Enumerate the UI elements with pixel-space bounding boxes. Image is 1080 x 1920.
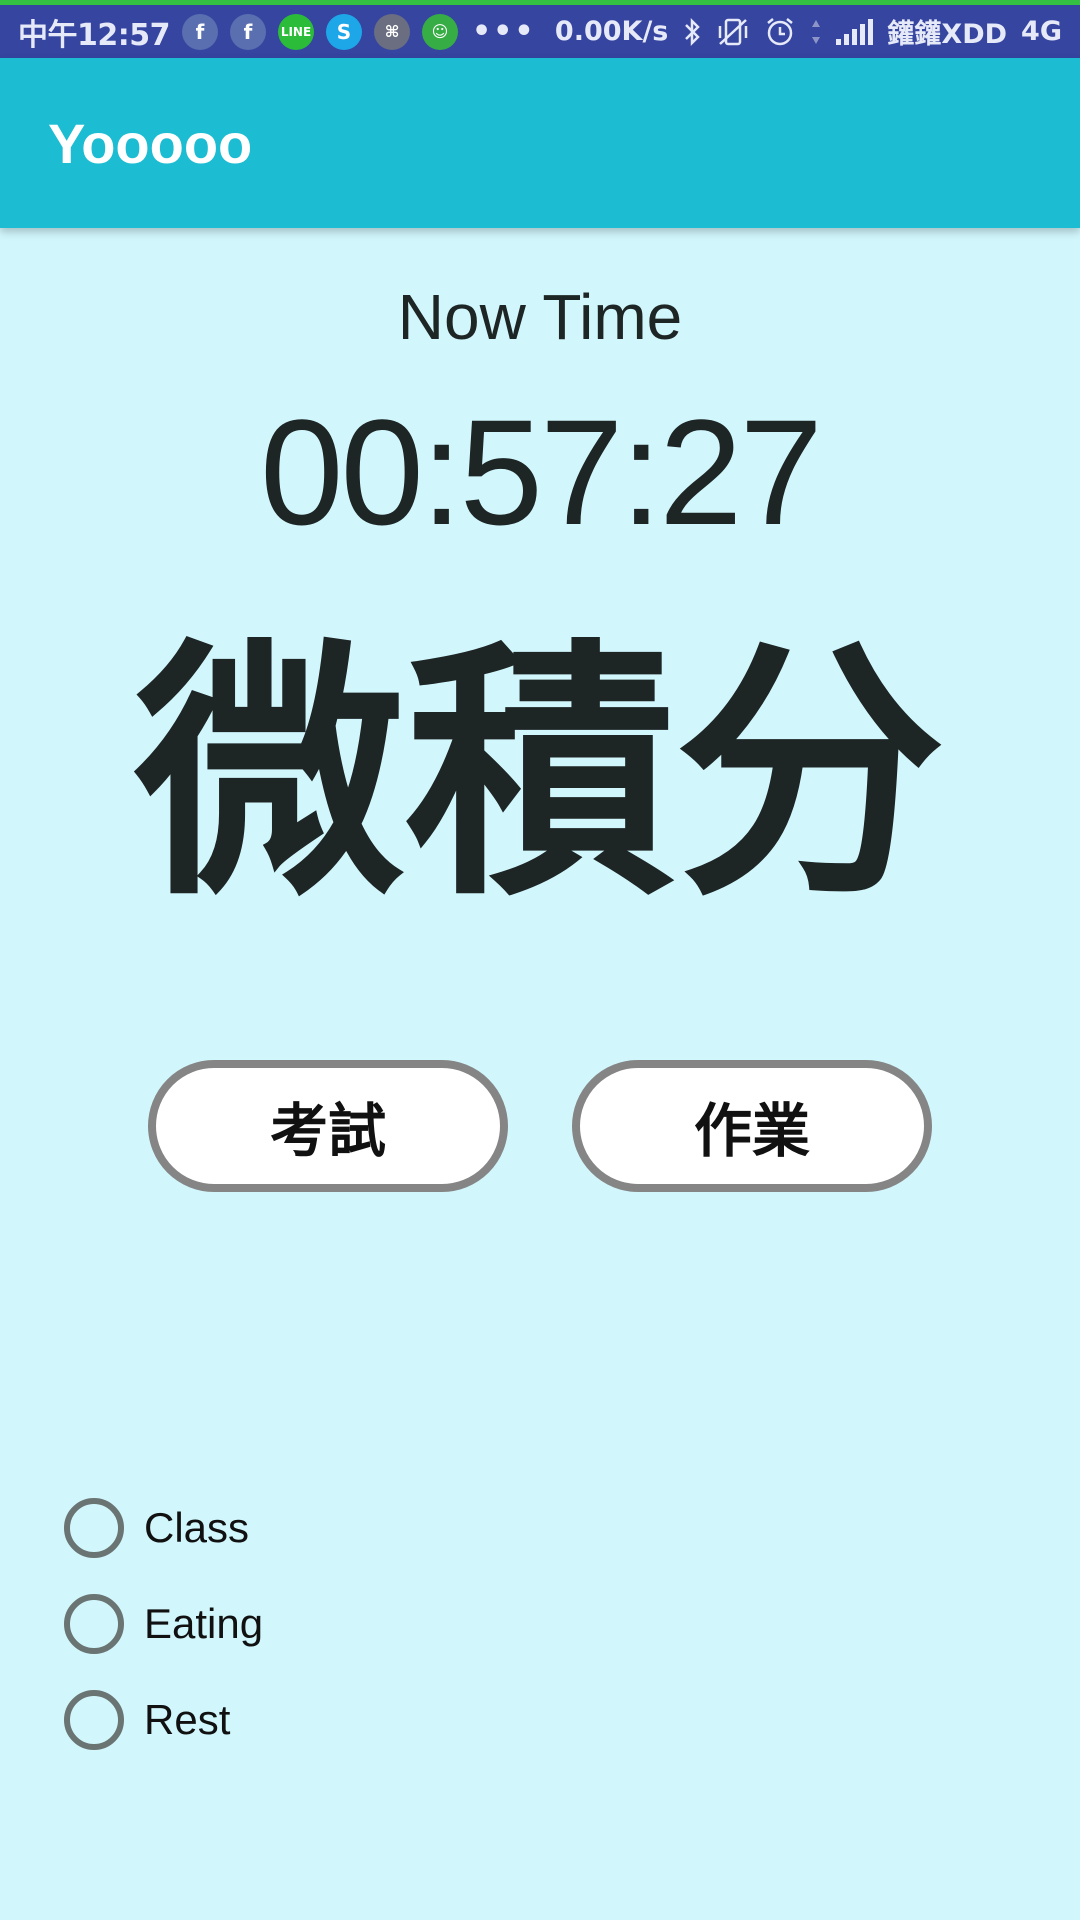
radio-rest[interactable]: Rest: [64, 1672, 263, 1768]
network-speed: 0.00K/s: [554, 16, 669, 47]
app-title: Yooooo: [48, 111, 253, 175]
now-time-label: Now Time: [397, 281, 683, 353]
data-activity-icon: [810, 18, 822, 46]
line-icon: LINE: [278, 13, 314, 50]
facebook-icon: f: [182, 13, 218, 50]
signal-icon: [836, 18, 874, 45]
status-bar: 中午12:57 f f LINE S ⌘ ☺ ••• 0.00K/s 鑵鑵XDD…: [0, 0, 1080, 58]
radio-eating[interactable]: Eating: [64, 1576, 263, 1672]
network-type: 4G: [1021, 16, 1062, 47]
skype-icon: S: [326, 13, 362, 50]
vibrate-off-icon: [716, 16, 750, 48]
notification-icons: f f LINE S ⌘ ☺ •••: [182, 13, 536, 50]
facebook-icon: f: [230, 13, 266, 50]
clock-display: 00:57:27: [260, 388, 823, 556]
alarm-icon: [764, 16, 796, 48]
radio-label: Class: [144, 1504, 250, 1551]
frog-icon: ☺: [422, 13, 458, 50]
subject-title: 微積分: [135, 617, 945, 932]
radio-button-icon[interactable]: [64, 1594, 124, 1654]
homework-button[interactable]: 作業: [572, 1060, 932, 1192]
exam-button[interactable]: 考試: [148, 1060, 508, 1192]
radio-label: Eating: [144, 1600, 264, 1647]
activity-radio-group: Class Eating Rest: [64, 1480, 263, 1768]
status-right: 0.00K/s 鑵鑵XDD 4G: [555, 12, 1062, 51]
radio-button-icon[interactable]: [64, 1690, 124, 1750]
radio-class[interactable]: Class: [64, 1480, 263, 1576]
app-bar: Yooooo: [0, 58, 1080, 228]
more-notifications-icon: •••: [472, 14, 536, 49]
app-icon: ⌘: [374, 13, 410, 50]
carrier-name: 鑵鑵XDD: [887, 19, 1008, 50]
radio-label: Rest: [144, 1696, 231, 1743]
radio-button-icon[interactable]: [64, 1498, 124, 1558]
status-time: 中午12:57: [18, 17, 171, 53]
bluetooth-icon: [682, 17, 702, 47]
